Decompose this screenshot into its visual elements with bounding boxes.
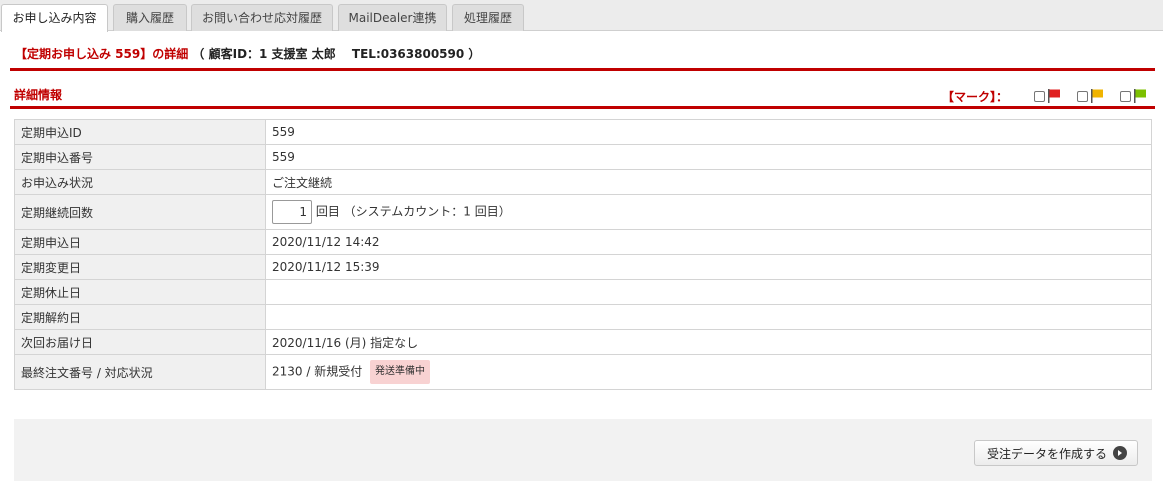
continuation-count-suffix: 回目 （システムカウント：1 回目） bbox=[315, 204, 511, 219]
title-divider bbox=[10, 68, 1155, 71]
detail-label: 定期変更日 bbox=[14, 254, 266, 280]
last-order-value: 2130 / 新規受付 bbox=[272, 364, 363, 379]
section-title: 詳細情報 bbox=[14, 88, 63, 102]
tab-inquiry-history[interactable]: お問い合わせ応対履歴 bbox=[191, 4, 333, 31]
detail-value: 2020/11/12 14:42 bbox=[265, 229, 1152, 255]
mark-label: 【マーク】： bbox=[941, 89, 1008, 104]
red-flag-icon bbox=[1048, 89, 1060, 103]
detail-value: 559 bbox=[265, 119, 1152, 145]
detail-value: 2020/11/12 15:39 bbox=[265, 254, 1152, 280]
yellow-flag-icon bbox=[1091, 89, 1103, 103]
detail-row-last-order: 最終注文番号 / 対応状況 2130 / 新規受付 発送準備中 bbox=[14, 354, 1152, 390]
detail-label: 定期申込番号 bbox=[14, 144, 266, 170]
tab-purchase-history[interactable]: 購入履歴 bbox=[113, 4, 187, 31]
detail-row-id: 定期申込ID 559 bbox=[14, 119, 1152, 145]
mark-green-checkbox[interactable] bbox=[1120, 90, 1131, 102]
detail-value: 559 bbox=[265, 144, 1152, 170]
detail-value bbox=[265, 279, 1152, 305]
detail-label: お申込み状況 bbox=[14, 169, 266, 195]
detail-row-number: 定期申込番号 559 bbox=[14, 144, 1152, 170]
detail-value: 1 回目 （システムカウント：1 回目） bbox=[265, 194, 1152, 230]
arrow-right-icon bbox=[1113, 446, 1127, 460]
detail-value: 2130 / 新規受付 発送準備中 bbox=[265, 354, 1152, 390]
detail-label: 定期継続回数 bbox=[14, 194, 266, 230]
detail-table: 定期申込ID 559 定期申込番号 559 お申込み状況 ご注文継続 定期継続回… bbox=[14, 119, 1152, 390]
detail-value bbox=[265, 304, 1152, 330]
detail-row-next-delivery: 次回お届け日 2020/11/16 (月) 指定なし bbox=[14, 329, 1152, 355]
mark-item-yellow bbox=[1077, 89, 1104, 103]
detail-label: 定期休止日 bbox=[14, 279, 266, 305]
action-footer: 受注データを作成する bbox=[14, 419, 1152, 481]
detail-row-apply-date: 定期申込日 2020/11/12 14:42 bbox=[14, 229, 1152, 255]
mark-yellow-checkbox[interactable] bbox=[1077, 90, 1088, 102]
green-flag-icon bbox=[1134, 89, 1146, 103]
create-order-button-label: 受注データを作成する bbox=[986, 446, 1107, 461]
detail-value: ご注文継続 bbox=[265, 169, 1152, 195]
create-order-button[interactable]: 受注データを作成する bbox=[973, 440, 1138, 466]
customer-info: （ 顧客ID：1 支援室 太郎 TEL:0363800590 ） bbox=[192, 47, 481, 61]
page-title: 【定期お申し込み 559】の詳細 （ 顧客ID：1 支援室 太郎 TEL:036… bbox=[15, 45, 480, 63]
tab-bar: お申し込み内容 購入履歴 お問い合わせ応対履歴 MailDealer連携 処理履… bbox=[0, 0, 1163, 32]
detail-row-cancel-date: 定期解約日 bbox=[14, 304, 1152, 330]
tab-maildealer[interactable]: MailDealer連携 bbox=[338, 4, 447, 31]
detail-row-continuation-count: 定期継続回数 1 回目 （システムカウント：1 回目） bbox=[14, 194, 1152, 230]
detail-row-change-date: 定期変更日 2020/11/12 15:39 bbox=[14, 254, 1152, 280]
title-prefix: 【定期お申し込み 559】の詳細 bbox=[15, 47, 189, 61]
mark-red-checkbox[interactable] bbox=[1034, 90, 1045, 102]
tab-processing-history[interactable]: 処理履歴 bbox=[452, 4, 524, 31]
status-badge: 発送準備中 bbox=[370, 360, 431, 384]
mark-item-green bbox=[1120, 89, 1147, 103]
mark-item-red bbox=[1034, 89, 1061, 103]
detail-row-status: お申込み状況 ご注文継続 bbox=[14, 169, 1152, 195]
detail-label: 最終注文番号 / 対応状況 bbox=[14, 354, 266, 390]
tab-order-details[interactable]: お申し込み内容 bbox=[1, 4, 108, 32]
continuation-count-input[interactable]: 1 bbox=[272, 200, 312, 224]
detail-label: 定期申込ID bbox=[14, 119, 266, 145]
section-divider bbox=[10, 106, 1155, 109]
detail-label: 次回お届け日 bbox=[14, 329, 266, 355]
detail-label: 定期解約日 bbox=[14, 304, 266, 330]
detail-label: 定期申込日 bbox=[14, 229, 266, 255]
detail-value: 2020/11/16 (月) 指定なし bbox=[265, 329, 1152, 355]
detail-row-pause-date: 定期休止日 bbox=[14, 279, 1152, 305]
mark-selector: 【マーク】： bbox=[942, 88, 1147, 104]
